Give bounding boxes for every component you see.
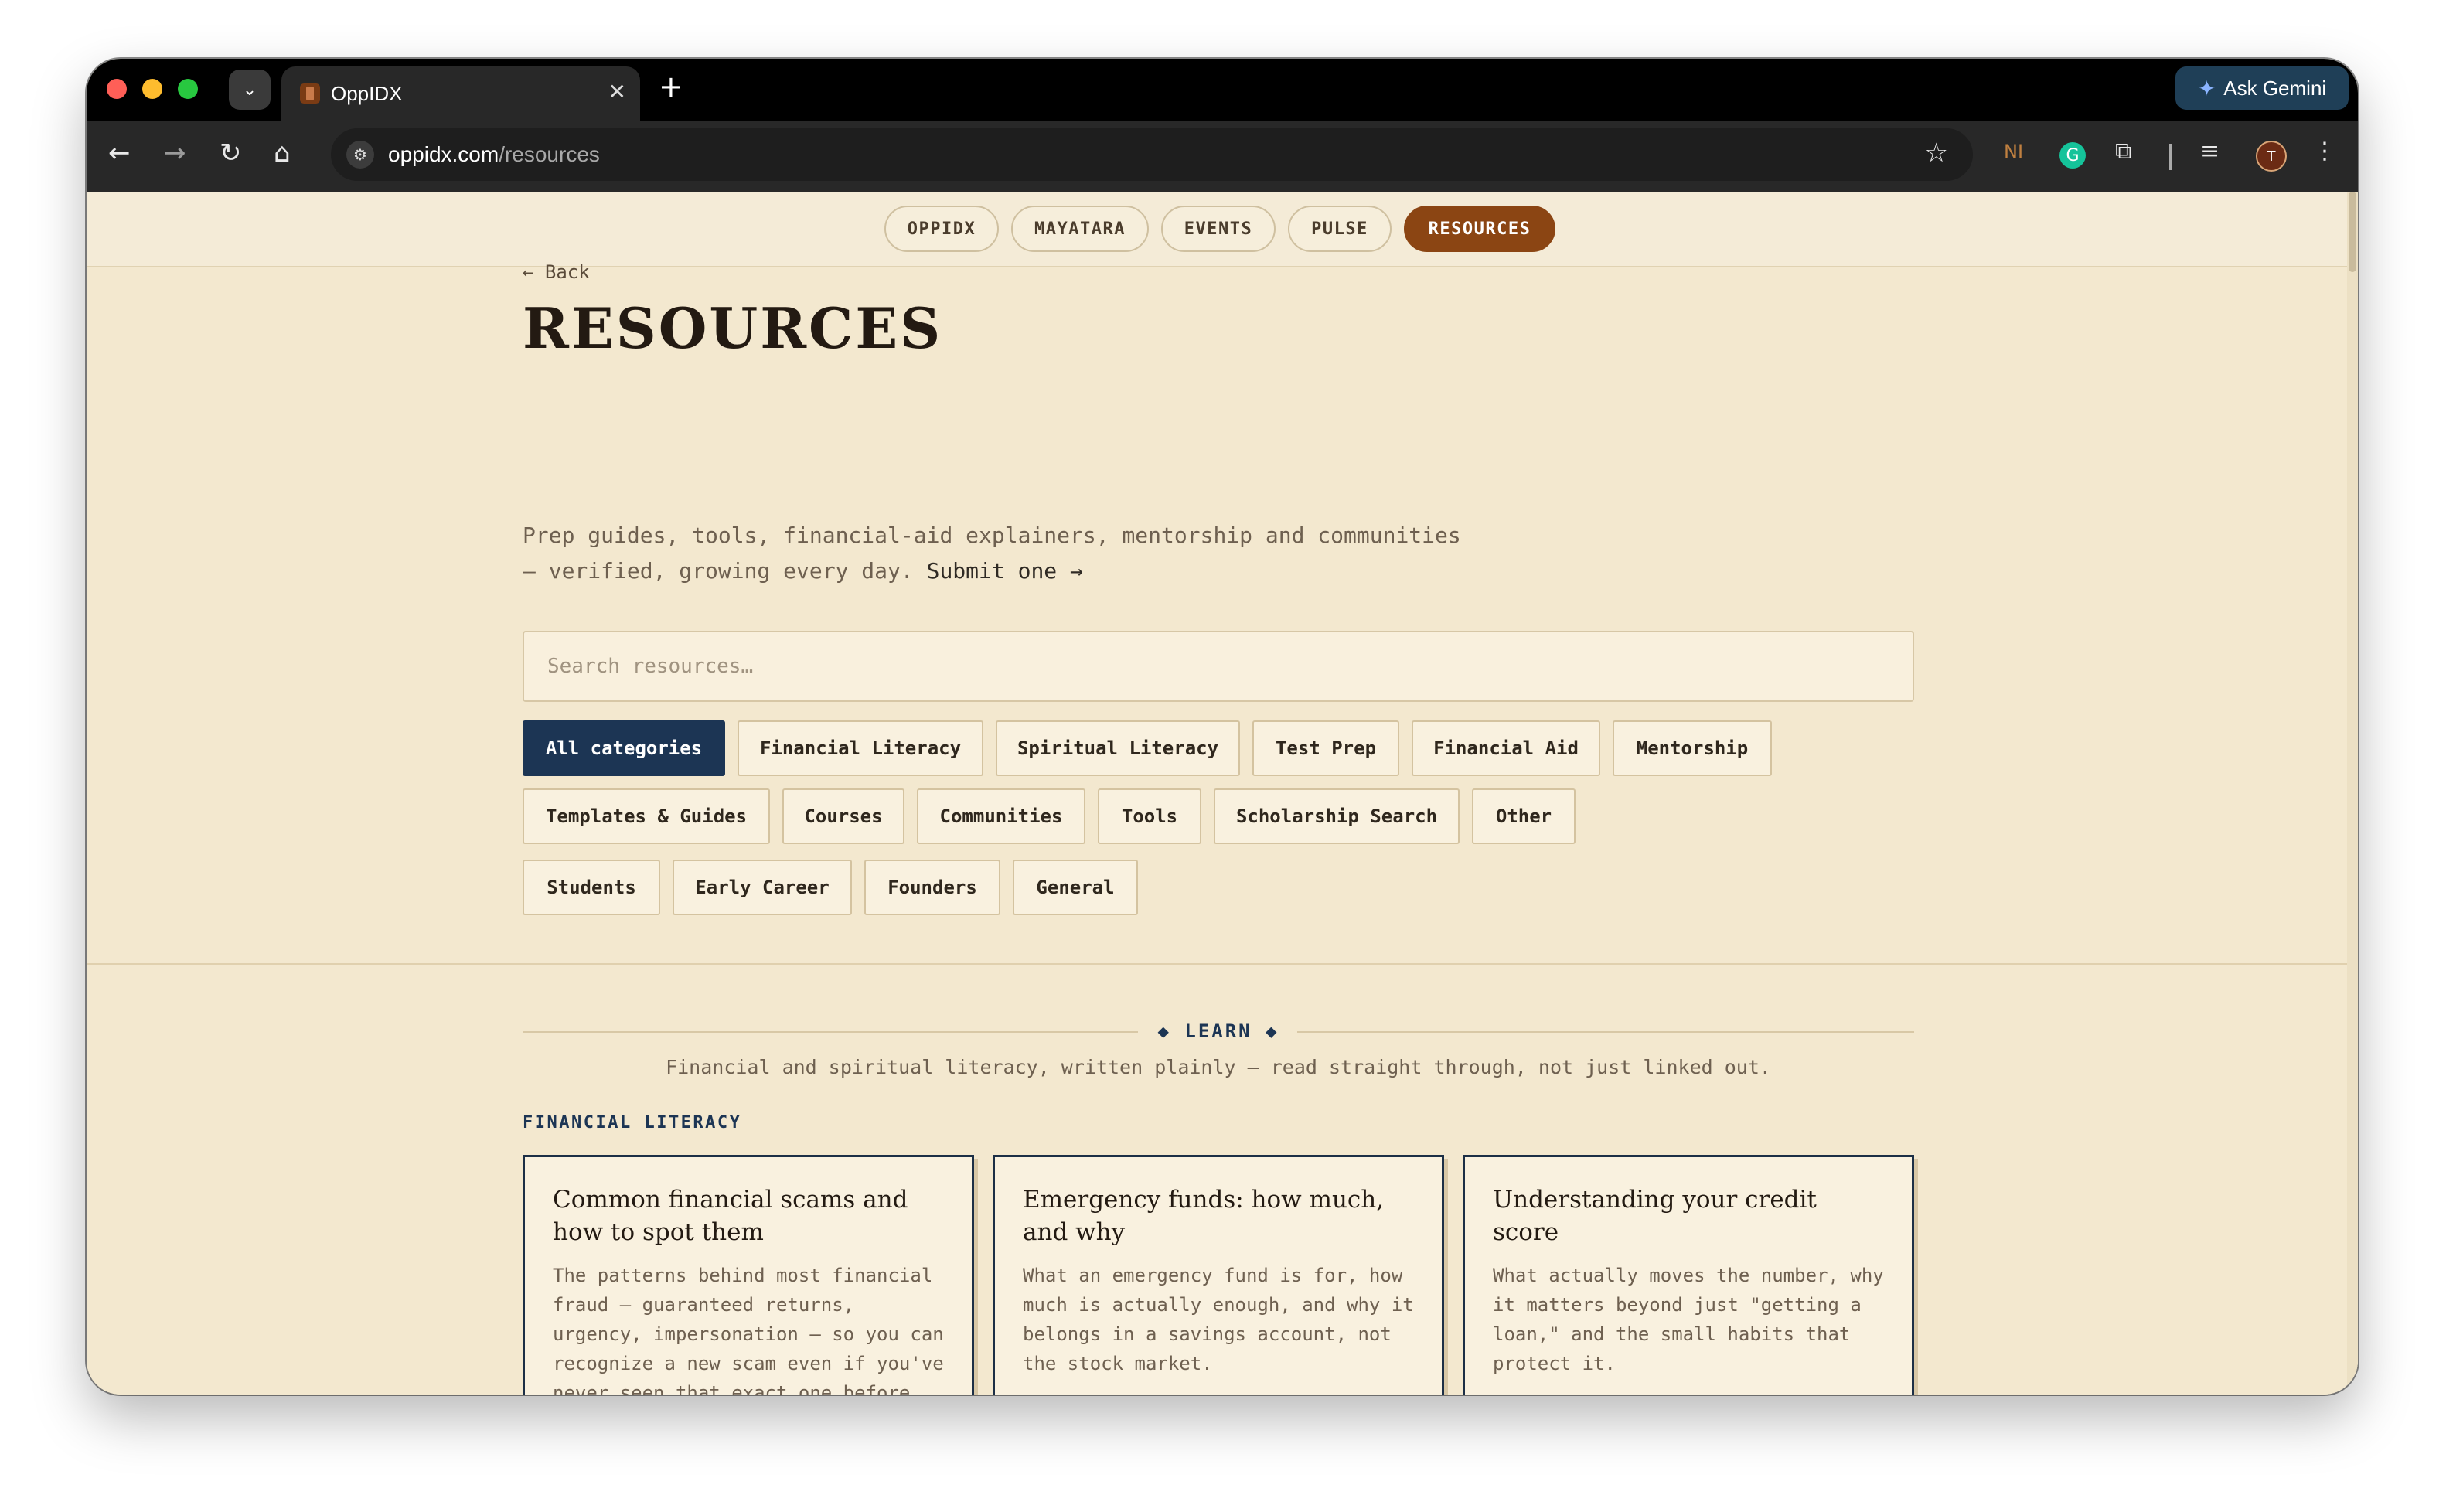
- nav-pill-pulse[interactable]: PULSE: [1288, 206, 1392, 252]
- bookmark-star-icon[interactable]: ☆: [1925, 138, 1948, 169]
- url-text: oppidx.com/resources: [388, 142, 600, 167]
- close-window-button[interactable]: [107, 79, 127, 99]
- learn-description: Financial and spiritual literacy, writte…: [666, 1056, 1771, 1078]
- lead-line-2-text: — verified, growing every day.: [523, 558, 927, 584]
- submit-resource-link[interactable]: Submit one →: [927, 558, 1083, 584]
- search-input[interactable]: [523, 631, 1914, 702]
- page-scrollbar[interactable]: [2347, 192, 2358, 1395]
- nav-pill-events[interactable]: EVENTS: [1161, 206, 1276, 252]
- page-viewport: OPPIDX MAYATARA EVENTS PULSE RESOURCES ←…: [87, 192, 2358, 1395]
- chip-tools[interactable]: Tools: [1098, 788, 1201, 844]
- learn-section-header: ◆ LEARN ◆: [523, 1016, 1914, 1047]
- tab-search-dropdown-icon[interactable]: ⌄: [229, 70, 271, 110]
- chip-other[interactable]: Other: [1472, 788, 1576, 844]
- card-title: Emergency funds: how much, and why: [1023, 1186, 1385, 1246]
- lead-line-1: Prep guides, tools, financial-aid explai…: [523, 523, 1461, 548]
- browser-tab-active[interactable]: OppIDX ✕: [281, 66, 640, 121]
- chip-financial-literacy[interactable]: Financial Literacy: [738, 720, 983, 776]
- site-top-nav: OPPIDX MAYATARA EVENTS PULSE RESOURCES: [87, 192, 2358, 267]
- chip-test-prep[interactable]: Test Prep: [1252, 720, 1399, 776]
- site-info-icon[interactable]: ⚙: [346, 141, 374, 169]
- back-icon[interactable]: ←: [108, 138, 131, 169]
- grammarly-icon[interactable]: G: [2059, 142, 2086, 169]
- chip-mentorship[interactable]: Mentorship: [1613, 720, 1772, 776]
- scrollbar-thumb[interactable]: [2349, 192, 2356, 272]
- toolbar-divider: [2169, 144, 2172, 170]
- chip-founders[interactable]: Founders: [864, 860, 1000, 915]
- back-link[interactable]: ← Back: [523, 261, 590, 283]
- nav-pill-resources[interactable]: RESOURCES: [1404, 206, 1555, 252]
- page-title: RESOURCES: [523, 295, 943, 361]
- url-path: /resources: [499, 142, 600, 166]
- tab-strip: ⌄ OppIDX ✕ + ✦ Ask Gemini: [87, 59, 2358, 121]
- chip-students[interactable]: Students: [523, 860, 660, 915]
- gemini-sparkle-icon: ✦: [2197, 76, 2216, 100]
- card-description: What actually moves the number, why it m…: [1493, 1265, 1884, 1374]
- resource-card[interactable]: Common financial scams and how to spot t…: [523, 1155, 974, 1395]
- reading-list-icon[interactable]: ≡: [2200, 138, 2219, 165]
- section-divider: [87, 963, 2347, 965]
- chip-scholarship-search[interactable]: Scholarship Search: [1214, 788, 1460, 844]
- card-description: What an emergency fund is for, how much …: [1023, 1265, 1414, 1374]
- ask-gemini-label: Ask Gemini: [2223, 76, 2327, 100]
- chip-financial-aid[interactable]: Financial Aid: [1412, 720, 1600, 776]
- forward-icon[interactable]: →: [164, 138, 186, 169]
- card-title: Understanding your credit score: [1493, 1186, 1817, 1246]
- zoom-window-button[interactable]: [178, 79, 198, 99]
- tab-title: OppIDX: [331, 82, 403, 105]
- chip-general[interactable]: General: [1013, 860, 1138, 915]
- home-icon[interactable]: ⌂: [274, 138, 291, 169]
- lead-line-2: — verified, growing every day. Submit on…: [523, 553, 1528, 589]
- chip-early-career[interactable]: Early Career: [673, 860, 852, 915]
- card-description: The patterns behind most financial fraud…: [553, 1265, 944, 1395]
- nav-pill-mayatara[interactable]: MAYATARA: [1011, 206, 1149, 252]
- browser-toolbar: ← → ↻ ⌂ ⚙ oppidx.com/resources ☆ NI G ⧉ …: [87, 121, 2358, 192]
- nav-pill-oppidx[interactable]: OPPIDX: [884, 206, 999, 252]
- extension-ni-icon[interactable]: NI: [2004, 141, 2023, 162]
- page-lead: Prep guides, tools, financial-aid explai…: [523, 518, 1528, 589]
- card-title: Common financial scams and how to spot t…: [553, 1186, 908, 1246]
- chip-all-categories[interactable]: All categories: [523, 720, 725, 776]
- chip-templates-guides[interactable]: Templates & Guides: [523, 788, 770, 844]
- url-domain: oppidx.com: [388, 142, 499, 166]
- resource-card[interactable]: Emergency funds: how much, and why What …: [993, 1155, 1444, 1395]
- new-tab-button[interactable]: +: [659, 70, 683, 104]
- chip-communities[interactable]: Communities: [917, 788, 1085, 844]
- extensions-puzzle-icon[interactable]: ⧉: [2115, 138, 2131, 165]
- address-bar[interactable]: ⚙ oppidx.com/resources ☆: [331, 128, 1973, 181]
- site-favicon-icon: [300, 83, 320, 104]
- browser-window: ⌄ OppIDX ✕ + ✦ Ask Gemini ← → ↻ ⌂ ⚙ oppi…: [87, 59, 2358, 1395]
- learn-label: ◆ LEARN ◆: [1157, 1020, 1279, 1042]
- minimize-window-button[interactable]: [142, 79, 162, 99]
- resource-card[interactable]: Understanding your credit score What act…: [1463, 1155, 1914, 1395]
- chip-spiritual-literacy[interactable]: Spiritual Literacy: [996, 720, 1240, 776]
- tab-close-icon[interactable]: ✕: [608, 79, 626, 104]
- reload-icon[interactable]: ↻: [220, 138, 242, 169]
- ask-gemini-button[interactable]: ✦ Ask Gemini: [2175, 66, 2349, 110]
- menu-kebab-icon[interactable]: ⋮: [2313, 138, 2336, 165]
- financial-literacy-subhead: FINANCIAL LITERACY: [523, 1113, 742, 1132]
- profile-avatar-icon[interactable]: T: [2256, 141, 2287, 172]
- chip-courses[interactable]: Courses: [782, 788, 904, 844]
